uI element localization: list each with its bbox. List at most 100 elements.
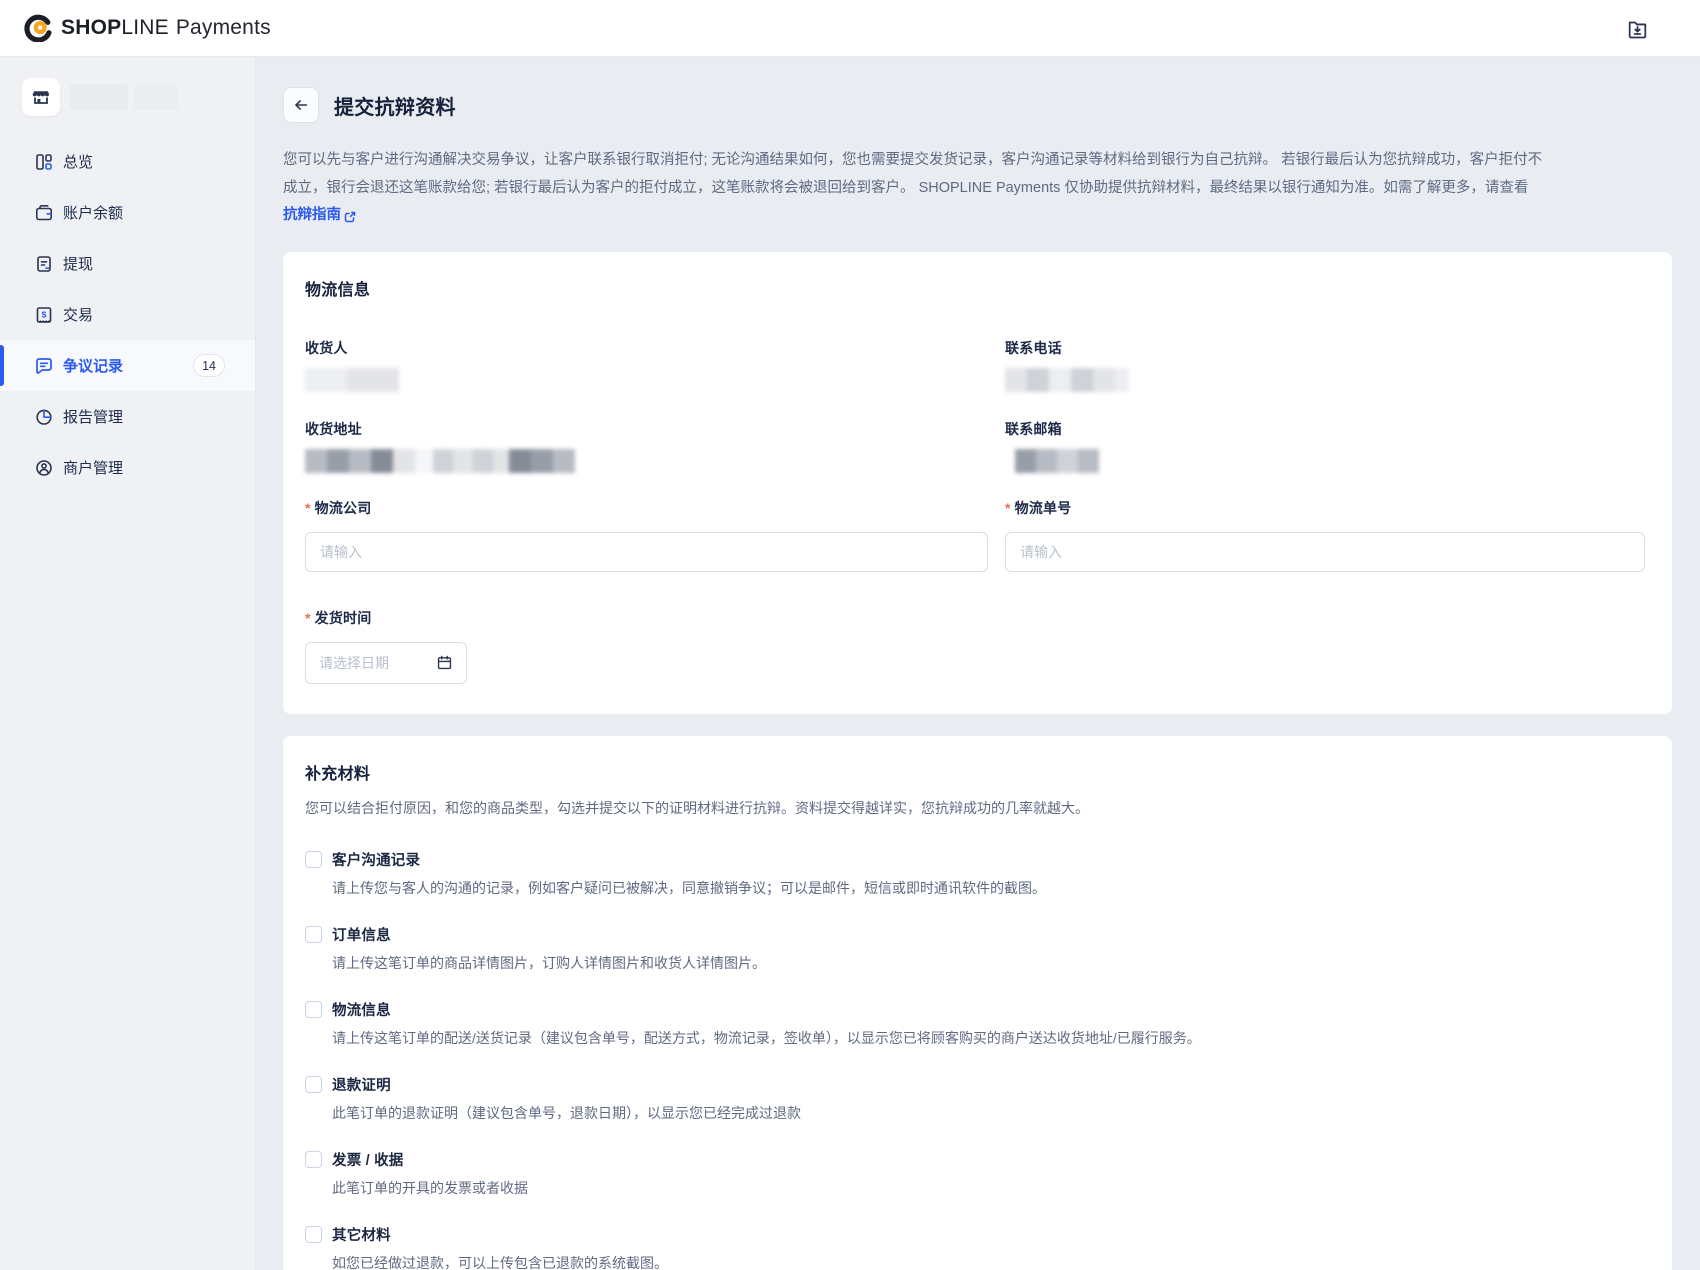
material-desc: 请上传这笔订单的配送/送货记录（建议包含单号，配送方式，物流记录，签收单），以显… [332, 1029, 1201, 1046]
merchant-account-icon [36, 459, 52, 476]
logistics-card: 物流信息 收货人 联系电话 收货地址 联系邮箱 * 物流公司 请输入 * 物流单… [283, 251, 1672, 714]
materials-card-title: 补充材料 [305, 765, 371, 783]
material-desc: 请上传您与客人的沟通的记录，例如客户疑问已被解决，同意撤销争议；可以是邮件，短信… [332, 879, 1046, 896]
sidebar: 总览 账户余额 提现 $ 交易 争议记录 14 报告管理 商户管理 [0, 57, 256, 1270]
checkbox[interactable] [305, 850, 322, 868]
ship-date-picker[interactable]: 请选择日期 [305, 641, 467, 684]
material-desc: 如您已经做过退款，可以上传包含已退款的系统截图。 [332, 1254, 668, 1270]
redacted-value [1005, 367, 1645, 393]
field-label: 联系邮箱 [1005, 420, 1062, 437]
intro-paragraph: 您可以先与客户进行沟通解决交易争议，让客户联系银行取消拒付; 无论沟通结果如何，… [283, 147, 1546, 230]
material-label[interactable]: 退款证明 [332, 1074, 391, 1095]
logistics-company-input[interactable] [305, 531, 988, 572]
field-phone: 联系电话 [1005, 338, 1645, 393]
withdraw-icon [37, 255, 51, 272]
merchant-name-redacted [70, 84, 178, 110]
calendar-icon [437, 655, 452, 670]
top-bar: SHOP LINE Payments [0, 0, 1700, 57]
materials-checklist: 客户沟通记录 请上传您与客人的沟通的记录，例如客户疑问已被解决，同意撤销争议；可… [305, 849, 1645, 1270]
back-button[interactable] [283, 87, 319, 123]
field-email: 联系邮箱 [1005, 419, 1645, 474]
logistics-info-grid: 收货人 联系电话 收货地址 联系邮箱 [305, 338, 1645, 474]
checkbox[interactable] [305, 1000, 322, 1018]
arrow-left-icon [295, 100, 308, 110]
intro-text: 您可以先与客户进行沟通解决交易争议，让客户联系银行取消拒付; 无论沟通结果如何，… [283, 152, 1543, 196]
material-item-communication: 客户沟通记录 请上传您与客人的沟通的记录，例如客户疑问已被解决，同意撤销争议；可… [305, 849, 1645, 899]
material-item-invoice: 发票 / 收据 此笔订单的开具的发票或者收据 [305, 1149, 1645, 1199]
page-header: 提交抗辩资料 [283, 87, 1672, 123]
field-label: * 发货时间 [305, 609, 372, 626]
sidebar-item-label: 账户余额 [63, 205, 124, 222]
field-label: 收货地址 [305, 420, 362, 437]
sidebar-item-label: 商户管理 [63, 460, 124, 477]
material-desc: 请上传这笔订单的商品详情图片，订购人详情图片和收货人详情图片。 [332, 954, 766, 971]
materials-card-subtitle: 您可以结合拒付原因，和您的商品类型，勾选并提交以下的证明材料进行抗辩。资料提交得… [305, 799, 1089, 816]
material-label[interactable]: 客户沟通记录 [332, 849, 420, 870]
sidebar-item-transactions[interactable]: $ 交易 [0, 289, 255, 340]
logistics-input-grid: *物流公司 *物流单号 [305, 498, 1645, 572]
tracking-number-input[interactable] [1005, 531, 1645, 572]
brand-product: Payments [175, 16, 271, 39]
download-button[interactable] [1623, 14, 1652, 43]
dashboard-icon [36, 153, 52, 170]
field-label: 联系电话 [1005, 339, 1062, 356]
date-placeholder: 请选择日期 [319, 654, 389, 671]
sidebar-item-label: 总览 [63, 154, 94, 171]
redacted-value [305, 448, 988, 474]
material-desc: 此笔订单的开具的发票或者收据 [332, 1179, 528, 1196]
page-title: 提交抗辩资料 [334, 96, 456, 119]
material-label[interactable]: 物流信息 [332, 999, 391, 1020]
material-item-other: 其它材料 如您已经做过退款，可以上传包含已退款的系统截图。 [305, 1224, 1645, 1270]
field-label: * 物流公司 [305, 499, 372, 516]
dispute-count-badge: 14 [193, 354, 225, 377]
checkbox[interactable] [305, 925, 322, 943]
shopline-logo: SHOP LINE Payments [24, 14, 271, 42]
sidebar-item-label: 提现 [63, 256, 94, 273]
material-label[interactable]: 其它材料 [332, 1224, 391, 1245]
dispute-chat-icon [36, 357, 52, 374]
sidebar-item-disputes[interactable]: 争议记录 14 [0, 340, 255, 391]
sidebar-item-label: 交易 [63, 307, 94, 324]
materials-card: 补充材料 您可以结合拒付原因，和您的商品类型，勾选并提交以下的证明材料进行抗辩。… [283, 735, 1672, 1270]
sidebar-item-label: 报告管理 [63, 409, 124, 426]
sidebar-item-account-balance[interactable]: 账户余额 [0, 187, 255, 238]
sidebar-nav: 总览 账户余额 提现 $ 交易 争议记录 14 报告管理 商户管理 [0, 136, 255, 493]
field-address: 收货地址 [305, 419, 988, 474]
sidebar-item-withdraw[interactable]: 提现 [0, 238, 255, 289]
field-logistics-company: * 物流公司 [305, 498, 988, 572]
required-star: * [305, 609, 311, 626]
brand-text: SHOP LINE Payments [61, 16, 271, 40]
brand-shop: SHOP [61, 16, 122, 39]
svg-text:$: $ [42, 309, 47, 319]
checkbox[interactable] [305, 1225, 322, 1243]
field-consignee: 收货人 [305, 338, 988, 393]
transaction-icon: $ [36, 306, 52, 323]
main-content: 提交抗辩资料 您可以先与客户进行沟通解决交易争议，让客户联系银行取消拒付; 无论… [256, 57, 1700, 1270]
required-star: * [305, 499, 311, 516]
sidebar-item-merchant[interactable]: 商户管理 [0, 442, 255, 493]
merchant-switcher[interactable] [22, 78, 255, 116]
field-ship-date: * 发货时间 请选择日期 [305, 608, 1645, 684]
wallet-icon [35, 204, 52, 220]
sidebar-item-reports[interactable]: 报告管理 [0, 391, 255, 442]
checkbox[interactable] [305, 1150, 322, 1168]
required-star: * [1005, 499, 1011, 516]
material-item-order-info: 订单信息 请上传这笔订单的商品详情图片，订购人详情图片和收货人详情图片。 [305, 924, 1645, 974]
material-desc: 此笔订单的退款证明（建议包含单号，退款日期），以显示您已经完成过退款 [332, 1104, 801, 1121]
redacted-value [1005, 448, 1645, 474]
defense-guide-label: 抗辩指南 [283, 207, 341, 223]
report-pie-icon [36, 409, 52, 425]
brand-line: LINE [121, 16, 169, 39]
redacted-value [305, 367, 988, 393]
sidebar-item-overview[interactable]: 总览 [0, 136, 255, 187]
defense-guide-link[interactable]: 抗辩指南 [283, 202, 357, 230]
external-link-icon [344, 211, 356, 222]
field-label: 收货人 [305, 339, 348, 356]
sidebar-item-label: 争议记录 [63, 358, 124, 375]
field-label: * 物流单号 [1005, 499, 1072, 516]
field-tracking-number: * 物流单号 [1005, 498, 1645, 572]
checkbox[interactable] [305, 1075, 322, 1093]
download-tray-icon [1628, 21, 1647, 38]
material-label[interactable]: 发票 / 收据 [332, 1149, 404, 1170]
material-label[interactable]: 订单信息 [332, 924, 391, 945]
